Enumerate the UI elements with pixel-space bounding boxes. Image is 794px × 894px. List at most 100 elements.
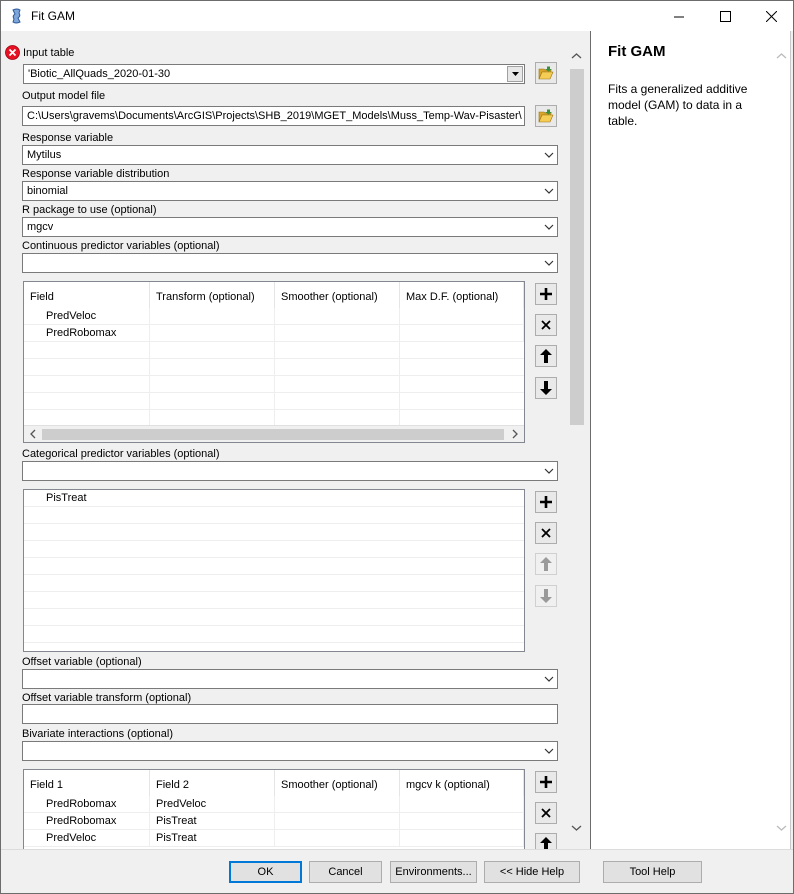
list-item[interactable] [24, 558, 524, 575]
field-cell[interactable] [24, 376, 150, 393]
horizontal-scrollbar[interactable] [24, 425, 524, 442]
table-row[interactable]: PredRobomax PisTreat [24, 813, 524, 830]
move-up-button[interactable] [535, 345, 557, 367]
transform-cell[interactable] [150, 308, 275, 325]
add-row-button[interactable] [535, 283, 557, 305]
environments-button[interactable]: Environments... [390, 861, 477, 883]
distribution-combo[interactable]: binomial [22, 181, 558, 201]
mgcv-k-cell[interactable] [400, 813, 524, 830]
list-item[interactable] [24, 575, 524, 592]
tool-help-button[interactable]: Tool Help [603, 861, 702, 883]
browse-output-model-button[interactable] [535, 105, 557, 127]
delete-icon [541, 528, 551, 538]
scroll-down-icon[interactable] [571, 822, 582, 833]
transform-cell[interactable] [150, 325, 275, 342]
scroll-down-icon[interactable] [776, 822, 787, 833]
table-row[interactable] [24, 342, 524, 359]
maxdf-cell[interactable] [400, 308, 524, 325]
maximize-button[interactable] [702, 1, 748, 31]
smoother-cell[interactable] [275, 796, 400, 813]
table-row[interactable]: PredVeloc [24, 308, 524, 325]
transform-cell[interactable] [150, 342, 275, 359]
mgcv-k-cell[interactable] [400, 830, 524, 847]
field-cell[interactable] [24, 359, 150, 376]
scrollbar-thumb[interactable] [42, 429, 504, 440]
input-table-combo[interactable]: 'Biotic_AllQuads_2020-01-30 [23, 64, 525, 84]
ok-button[interactable]: OK [229, 861, 302, 883]
transform-cell[interactable] [150, 393, 275, 410]
categorical-combo[interactable] [22, 461, 558, 481]
offset-transform-field[interactable] [22, 704, 558, 724]
categorical-predictor-list[interactable]: PisTreat [23, 489, 525, 652]
help-pane: Fit GAM Fits a generalized additive mode… [590, 31, 791, 849]
bivariate-interactions-table[interactable]: Field 1 Field 2 Smoother (optional) mgcv… [23, 769, 525, 849]
transform-cell[interactable] [150, 359, 275, 376]
smoother-cell[interactable] [275, 342, 400, 359]
list-item[interactable] [24, 626, 524, 643]
scroll-right-icon[interactable] [510, 429, 520, 439]
list-item[interactable]: PisTreat [24, 490, 524, 507]
smoother-cell[interactable] [275, 813, 400, 830]
field2-cell[interactable]: PisTreat [150, 813, 275, 830]
smoother-cell[interactable] [275, 830, 400, 847]
field-cell[interactable] [24, 342, 150, 359]
move-up-button[interactable] [535, 833, 557, 849]
field1-cell[interactable]: PredRobomax [24, 813, 150, 830]
continuous-predictor-table[interactable]: Field Transform (optional) Smoother (opt… [23, 281, 525, 443]
list-item-label[interactable]: PisTreat [24, 490, 524, 507]
continuous-combo[interactable] [22, 253, 558, 273]
close-button[interactable] [748, 1, 794, 31]
hide-help-button[interactable]: << Hide Help [484, 861, 580, 883]
list-item[interactable] [24, 609, 524, 626]
field-cell[interactable]: PredRobomax [24, 325, 150, 342]
scroll-up-icon[interactable] [776, 51, 787, 62]
arrow-up-icon [540, 557, 552, 571]
list-item[interactable] [24, 592, 524, 609]
table-row[interactable]: PredRobomax [24, 325, 524, 342]
dropdown-button[interactable] [507, 66, 523, 82]
smoother-cell[interactable] [275, 359, 400, 376]
minimize-button[interactable] [656, 1, 702, 31]
response-variable-combo[interactable]: Mytilus [22, 145, 558, 165]
move-up-button[interactable] [535, 553, 557, 575]
smoother-cell[interactable] [275, 325, 400, 342]
delete-row-button[interactable] [535, 314, 557, 336]
bivariate-combo[interactable] [22, 741, 558, 761]
table-row[interactable] [24, 376, 524, 393]
smoother-cell[interactable] [275, 376, 400, 393]
add-row-button[interactable] [535, 491, 557, 513]
list-item[interactable] [24, 507, 524, 524]
transform-cell[interactable] [150, 376, 275, 393]
table-row[interactable] [24, 359, 524, 376]
offset-combo[interactable] [22, 669, 558, 689]
list-item[interactable] [24, 541, 524, 558]
cancel-button[interactable]: Cancel [309, 861, 382, 883]
delete-row-button[interactable] [535, 802, 557, 824]
scroll-left-icon[interactable] [28, 429, 38, 439]
browse-input-table-button[interactable] [535, 62, 557, 84]
output-model-field[interactable]: C:\Users\gravems\Documents\ArcGIS\Projec… [22, 106, 525, 126]
field2-cell[interactable]: PredVeloc [150, 796, 275, 813]
smoother-cell[interactable] [275, 308, 400, 325]
field-cell[interactable]: PredVeloc [24, 308, 150, 325]
vertical-scrollbar[interactable] [567, 31, 586, 849]
field-cell[interactable] [24, 393, 150, 410]
field1-cell[interactable]: PredRobomax [24, 796, 150, 813]
delete-row-button[interactable] [535, 522, 557, 544]
list-item[interactable] [24, 524, 524, 541]
field2-cell[interactable]: PisTreat [150, 830, 275, 847]
field1-cell[interactable]: PredVeloc [24, 830, 150, 847]
add-row-button[interactable] [535, 771, 557, 793]
smoother-cell[interactable] [275, 393, 400, 410]
mgcv-k-cell[interactable] [400, 796, 524, 813]
table-row[interactable]: PredRobomax PredVeloc [24, 796, 524, 813]
table-row[interactable] [24, 393, 524, 410]
move-down-button[interactable] [535, 377, 557, 399]
scroll-up-icon[interactable] [571, 51, 582, 62]
table-row[interactable]: PredVeloc PisTreat [24, 830, 524, 847]
rpackage-combo[interactable]: mgcv [22, 217, 558, 237]
maxdf-cell[interactable] [400, 325, 524, 342]
scrollbar-thumb[interactable] [570, 69, 584, 425]
error-icon [5, 45, 20, 60]
move-down-button[interactable] [535, 585, 557, 607]
